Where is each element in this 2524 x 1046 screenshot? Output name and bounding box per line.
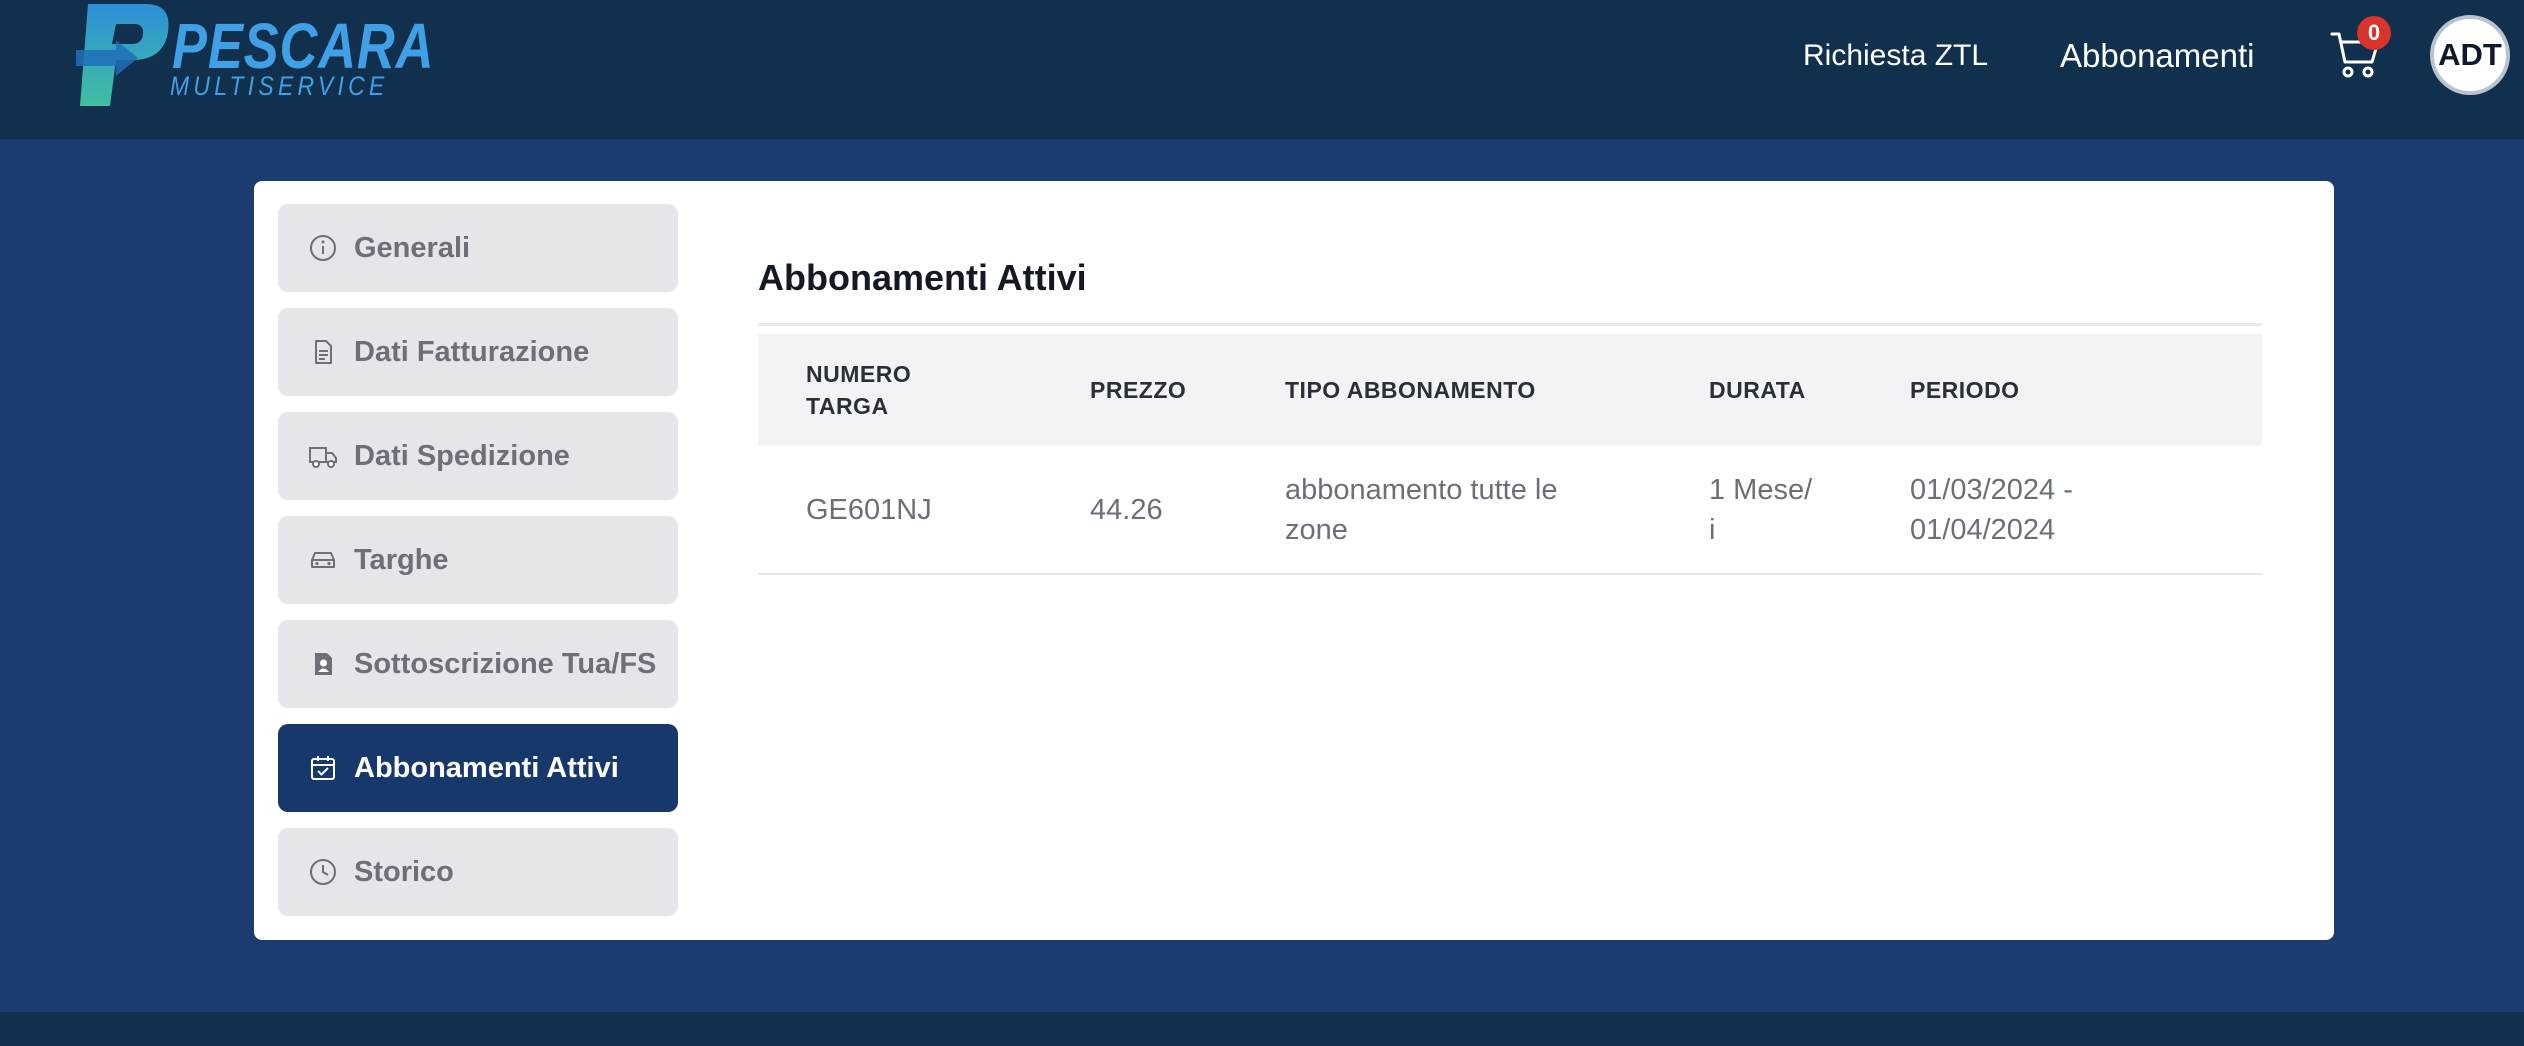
column-header-prezzo: PREZZO — [1090, 377, 1187, 403]
sidebar-item-label: Targhe — [354, 543, 449, 576]
cell-prezzo: 44.26 — [1090, 494, 1163, 526]
truck-icon — [308, 441, 338, 471]
calendar-check-icon — [308, 753, 338, 783]
title-divider — [758, 323, 2262, 326]
sidebar-item-label: Generali — [354, 231, 471, 264]
cell-targa: GE601NJ — [806, 494, 932, 526]
table-header: NUMERO TARGA PREZZO TIPO ABBONAMENTO DUR… — [758, 334, 2262, 446]
table-row: GE601NJ 44.26 abbonamento tutte le zone … — [758, 446, 2262, 575]
logo-subtitle: MULTISERVICE — [170, 71, 389, 101]
sidebar-item-label: Sottoscrizione Tua/FS — [354, 647, 657, 680]
badge-icon — [308, 649, 338, 679]
sidebar-item-label: Storico — [354, 855, 454, 888]
sidebar-item-dati-fatturazione[interactable]: Dati Fatturazione — [278, 308, 678, 396]
user-avatar[interactable]: ADT — [2430, 15, 2510, 95]
sidebar-item-generali[interactable]: Generali — [278, 204, 678, 292]
car-icon — [308, 545, 338, 575]
nav-abbonamenti-link[interactable]: Abbonamenti — [2060, 36, 2254, 76]
cell-periodo: 01/03/2024 - 01/04/2024 — [1910, 474, 2073, 546]
cell-durata: 1 Mese/ i — [1709, 474, 1813, 546]
sidebar-item-dati-spedizione[interactable]: Dati Spedizione — [278, 412, 678, 500]
sidebar-item-label: Dati Fatturazione — [354, 335, 590, 368]
subscriptions-table: NUMERO TARGA PREZZO TIPO ABBONAMENTO DUR… — [758, 334, 2262, 575]
footer-bar — [0, 1012, 2524, 1046]
sidebar-item-sottoscrizione[interactable]: Sottoscrizione Tua/FS — [278, 620, 678, 708]
column-header-periodo: PERIODO — [1910, 377, 2020, 403]
sidebar-item-targhe[interactable]: Targhe — [278, 516, 678, 604]
sidebar-item-label: Abbonamenti Attivi — [354, 751, 619, 784]
column-header-durata: DURATA — [1709, 377, 1806, 403]
top-header: PESCARA MULTISERVICE Richiesta ZTL Abbon… — [0, 0, 2524, 139]
cart-count-badge: 0 — [2357, 16, 2391, 50]
logo-p-mark-icon — [76, 4, 169, 106]
info-icon — [308, 233, 338, 263]
cell-tipo: abbonamento tutte le zone — [1285, 474, 1558, 546]
pescara-multiservice-logo[interactable]: PESCARA MULTISERVICE — [76, 0, 434, 110]
column-header-tipo-abbonamento: TIPO ABBONAMENTO — [1285, 377, 1536, 403]
page-title: Abbonamenti Attivi — [758, 257, 1087, 298]
document-icon — [308, 337, 338, 367]
sidebar-item-storico[interactable]: Storico — [278, 828, 678, 916]
column-header-numero-targa: NUMERO TARGA — [806, 361, 912, 419]
nav-richiesta-ztl-link[interactable]: Richiesta ZTL — [1803, 38, 1988, 74]
profile-card: Generali Dati Fatturazione Dati Spedizio… — [254, 181, 2334, 940]
sidebar-item-abbonamenti-attivi[interactable]: Abbonamenti Attivi — [278, 724, 678, 812]
sidebar-item-label: Dati Spedizione — [354, 439, 570, 472]
logo-wordmark: PESCARA — [172, 10, 435, 82]
clock-icon — [308, 857, 338, 887]
